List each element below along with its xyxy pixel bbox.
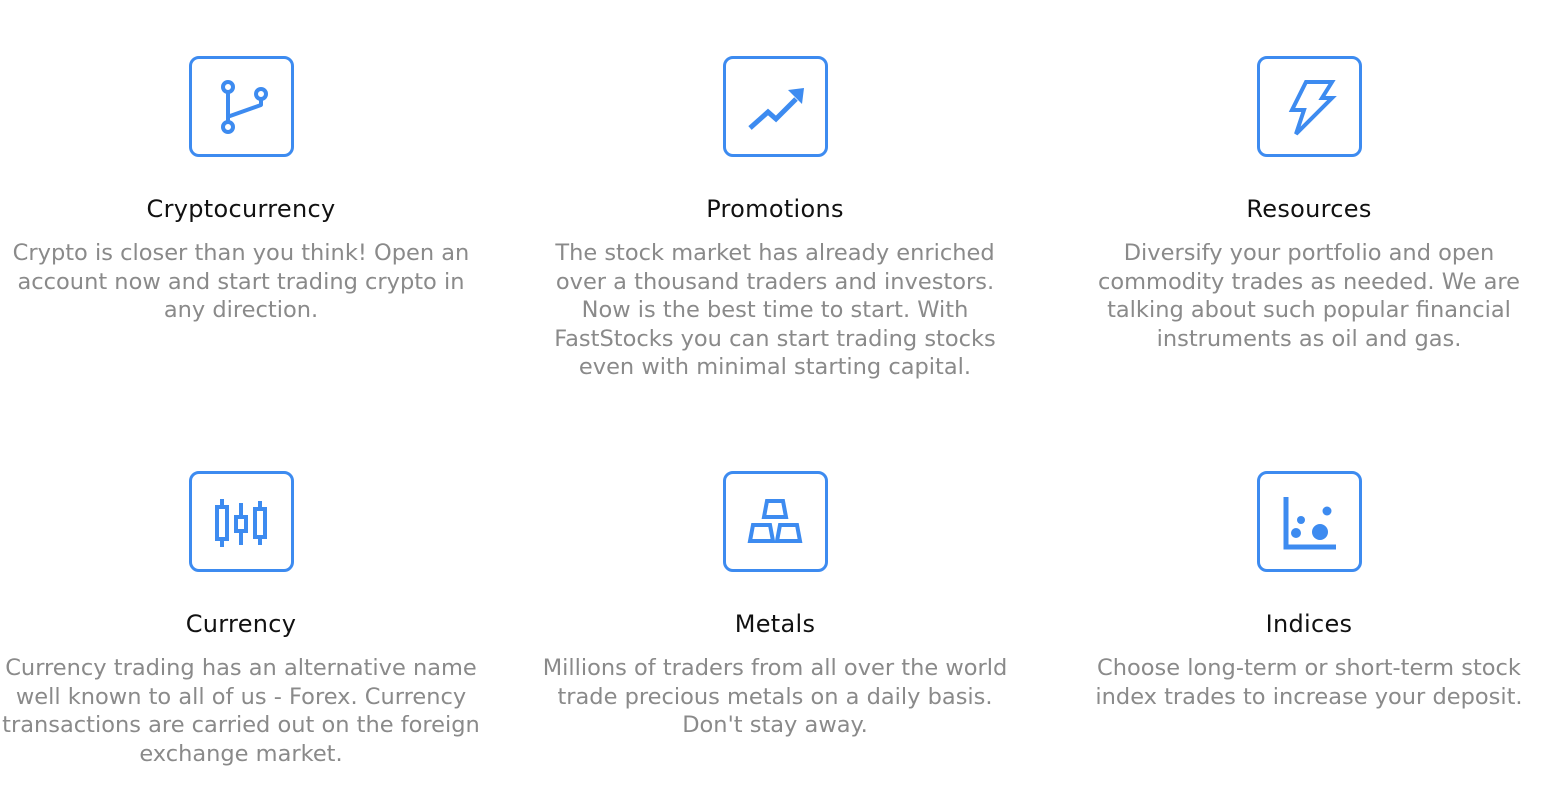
feature-title: Promotions xyxy=(706,195,844,223)
feature-card-metals: Metals Millions of traders from all over… xyxy=(515,471,1035,740)
feature-card-indices: Indices Choose long-term or short-term s… xyxy=(1049,471,1563,711)
feature-title: Metals xyxy=(734,610,816,638)
git-branch-icon xyxy=(188,56,294,157)
scatter-chart-icon xyxy=(1256,471,1362,572)
gold-bars-icon xyxy=(722,471,828,572)
feature-description: The stock market has already enriched ov… xyxy=(554,240,996,380)
feature-title: Cryptocurrency xyxy=(146,195,336,223)
trending-up-icon xyxy=(722,56,828,157)
feature-card-cryptocurrency: Cryptocurrency Crypto is closer than you… xyxy=(0,56,501,325)
feature-description: Currency trading has an alternative name… xyxy=(2,655,480,767)
feature-title: Currency xyxy=(185,610,297,638)
feature-description: Crypto is closer than you think! Open an… xyxy=(12,240,470,323)
feature-description: Choose long-term or short-term stock ind… xyxy=(1095,655,1523,710)
lightning-icon xyxy=(1256,56,1362,157)
feature-title: Resources xyxy=(1246,195,1372,223)
feature-card-currency: Currency Currency trading has an alterna… xyxy=(0,471,501,768)
feature-description: Millions of traders from all over the wo… xyxy=(542,655,1008,738)
feature-card-resources: Resources Diversify your portfolio and o… xyxy=(1049,56,1563,353)
candlestick-icon xyxy=(188,471,294,572)
feature-card-promotions: Promotions The stock market has already … xyxy=(515,56,1035,382)
feature-description: Diversify your portfolio and open commod… xyxy=(1097,240,1521,352)
feature-title: Indices xyxy=(1265,610,1353,638)
